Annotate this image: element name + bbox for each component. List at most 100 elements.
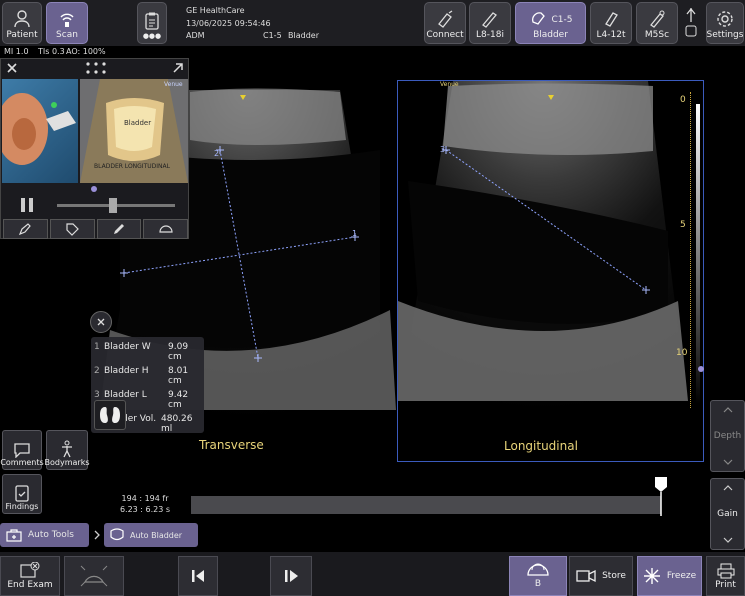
end-exam-label: End Exam	[7, 580, 53, 590]
playback-slider[interactable]	[57, 198, 175, 213]
overlay-toolbar	[3, 219, 188, 239]
depth-tick-label: 0	[680, 95, 686, 105]
cine-time: 6.23 : 6.23 s	[119, 505, 171, 514]
venue-watermark: Venue	[164, 81, 183, 88]
findings-clipboard-icon	[15, 485, 29, 502]
cine-timeline[interactable]	[191, 496, 661, 514]
comments-label: Comments	[0, 458, 44, 467]
bodymark-icon	[62, 440, 72, 458]
measurement-index: 2	[94, 366, 100, 376]
measurement-value: 8.01 cm	[168, 366, 189, 386]
close-icon	[97, 318, 105, 326]
pencil-button[interactable]	[96, 219, 142, 239]
measurement-value: 9.09 cm	[168, 342, 189, 362]
measurement-value: 480.26 ml	[161, 414, 193, 434]
depth-control[interactable]: Depth	[710, 400, 745, 472]
auto-tools-label: Auto Tools	[28, 530, 74, 540]
chevron-up-icon	[723, 407, 732, 413]
gain-control[interactable]: Gain	[710, 478, 745, 550]
bottom-bar: End Exam B Store Freeze Print	[0, 552, 745, 596]
grid-dots-icon[interactable]	[85, 61, 107, 75]
comment-icon	[14, 443, 30, 458]
gain-label: Gain	[717, 509, 738, 519]
scan-assistant-panel: Venue Bladder BLADDER LONGITUDINAL	[0, 58, 189, 239]
chevron-right-icon	[94, 530, 100, 540]
chevron-up-icon	[723, 485, 732, 491]
pen-icon	[19, 223, 32, 236]
depth-scale: 0 5 10	[676, 92, 706, 408]
b-mode-label: B	[534, 579, 542, 589]
kidney-icon	[100, 407, 120, 423]
measurement-row[interactable]: 2 Bladder H 8.01 cm	[91, 361, 204, 386]
tag-icon	[66, 223, 79, 236]
next-frame-button[interactable]	[270, 556, 312, 596]
print-button[interactable]: Print	[706, 556, 745, 596]
curved-probe-icon	[159, 225, 173, 233]
focus-marker[interactable]	[698, 366, 704, 372]
findings-button[interactable]: Findings	[2, 474, 42, 514]
b-mode-button[interactable]: B	[509, 556, 567, 596]
print-label: Print	[715, 579, 736, 590]
caliper-marker[interactable]	[120, 269, 128, 277]
b-mode-sector-icon	[527, 563, 549, 576]
auto-bladder-label: Auto Bladder	[130, 530, 183, 540]
printer-icon	[717, 563, 734, 578]
reference-image: Venue Bladder BLADDER LONGITUDINAL	[80, 79, 188, 183]
measurement-close-button[interactable]	[90, 311, 112, 333]
depth-tick-label: 5	[680, 220, 686, 230]
caliper-marker[interactable]	[642, 286, 650, 294]
store-button[interactable]: Store	[569, 556, 633, 596]
cine-playhead[interactable]	[654, 476, 668, 516]
step-back-icon	[192, 570, 204, 582]
close-icon[interactable]	[5, 61, 19, 75]
bodymarks-label: Bodymarks	[44, 458, 90, 467]
caliper-line-width	[123, 236, 356, 274]
pause-icon[interactable]	[19, 197, 35, 213]
auto-tools-button[interactable]: Auto Tools	[0, 523, 89, 547]
tag-button[interactable]	[49, 219, 95, 239]
end-exam-icon	[20, 562, 40, 578]
caliper-number: 1	[352, 229, 357, 238]
chevron-down-icon	[723, 537, 732, 543]
auto-bladder-button[interactable]: Auto Bladder	[104, 523, 198, 547]
store-label: Store	[602, 571, 626, 581]
chevron-down-icon	[723, 459, 732, 465]
gray-map-bar	[696, 104, 700, 404]
pencil-icon	[113, 224, 124, 234]
measurement-name: Bladder L	[104, 390, 147, 400]
end-exam-button[interactable]: End Exam	[0, 556, 60, 596]
measurement-index: 1	[94, 342, 100, 352]
measurement-name: Bladder W	[104, 342, 151, 352]
page-indicator	[91, 186, 97, 192]
measurement-row[interactable]: 1 Bladder W 9.09 cm	[91, 337, 204, 362]
kidney-button[interactable]	[94, 400, 126, 430]
body-diagram-icon	[2, 93, 76, 165]
video-camera-icon	[576, 569, 596, 583]
image-layout-button[interactable]	[64, 556, 124, 596]
resize-probe-icon	[80, 565, 108, 587]
previous-frame-button[interactable]	[178, 556, 218, 596]
caliper-marker[interactable]	[254, 354, 262, 362]
measurement-name: der Vol.	[122, 414, 157, 424]
depth-tick-label: 10	[676, 348, 688, 358]
organ-label: Bladder	[124, 119, 152, 127]
snowflake-icon	[643, 568, 660, 584]
playback-slider-handle[interactable]	[109, 198, 117, 213]
probe-placement-illustration	[2, 79, 78, 183]
caliper-line-height	[219, 149, 259, 359]
expand-icon[interactable]	[171, 61, 185, 75]
annotate-button[interactable]	[3, 219, 48, 239]
freeze-button[interactable]: Freeze	[637, 556, 702, 596]
caliper-number: 3	[440, 145, 445, 154]
bladder-icon	[110, 528, 124, 541]
cine-timeline-fill	[191, 496, 661, 514]
cine-frames: 194 : 194 fr	[121, 494, 169, 503]
caliper-line-length	[445, 149, 647, 291]
freeze-label: Freeze	[666, 571, 697, 581]
measurement-name: Bladder H	[104, 366, 149, 376]
bodymarks-button[interactable]: Bodymarks	[44, 430, 90, 470]
comments-button[interactable]: Comments	[0, 430, 44, 470]
probe-view-button[interactable]	[143, 219, 188, 239]
toolbox-icon	[6, 529, 22, 542]
measurement-value: 9.42 cm	[168, 390, 189, 410]
